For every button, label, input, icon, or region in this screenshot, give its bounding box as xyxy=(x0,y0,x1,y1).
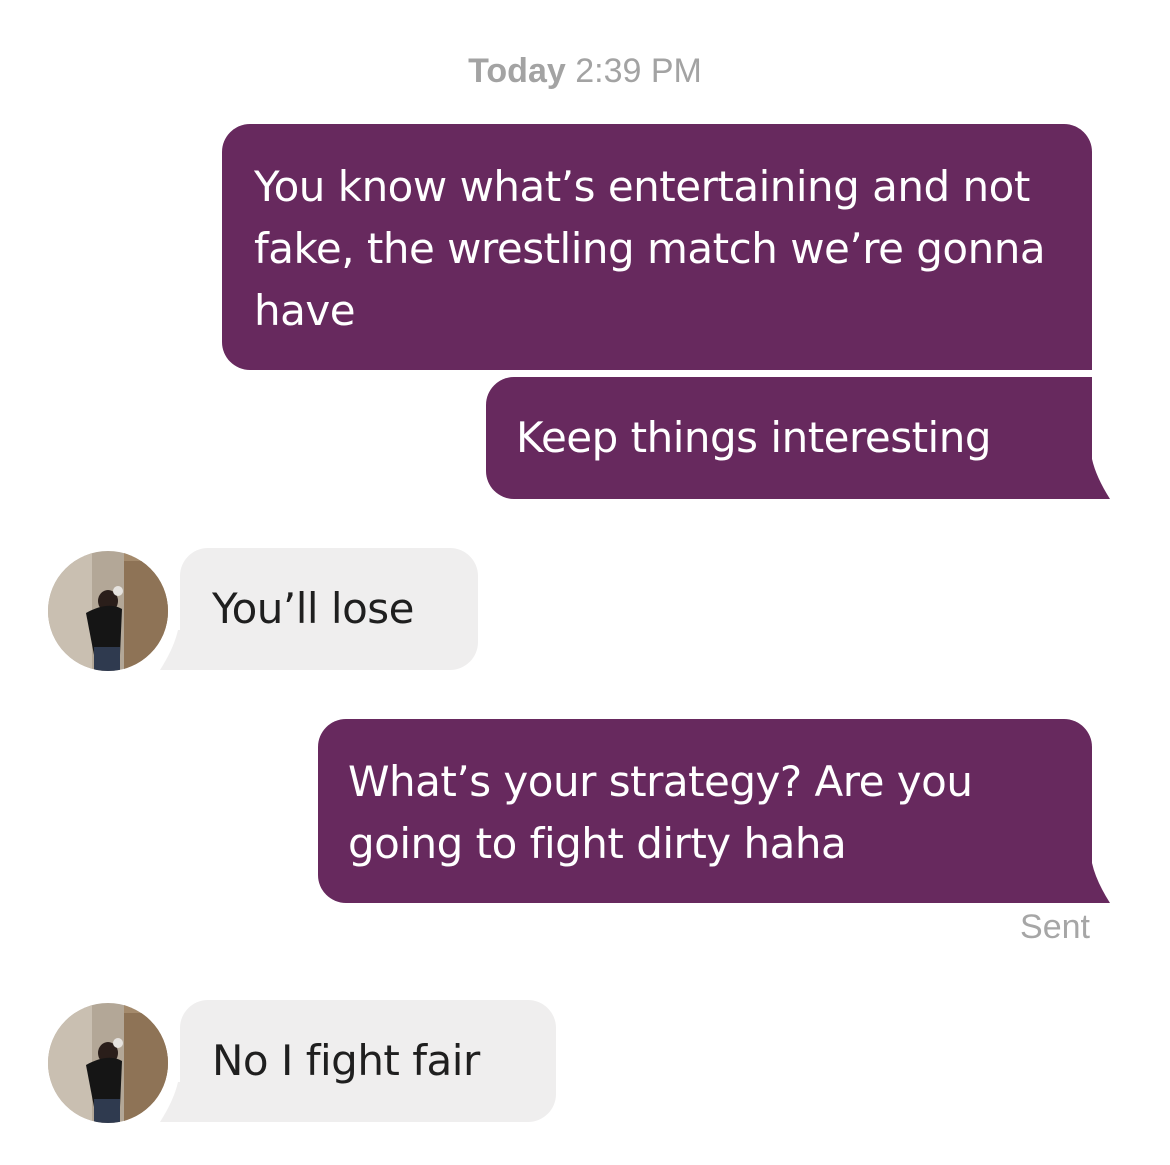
timestamp-day: Today xyxy=(468,52,566,90)
delivery-status: Sent xyxy=(1020,908,1090,946)
message-text: No I fight fair xyxy=(212,1036,480,1085)
message-bubble-received[interactable]: You’ll lose xyxy=(180,548,478,670)
message-bubble-sent[interactable]: What’s your strategy? Are you going to f… xyxy=(318,719,1092,903)
avatar[interactable] xyxy=(48,551,168,671)
message-bubble-sent[interactable]: Keep things interesting xyxy=(486,377,1092,499)
user-photo-avatar-icon xyxy=(48,1003,168,1123)
avatar[interactable] xyxy=(48,1003,168,1123)
message-text: Keep things interesting xyxy=(516,413,992,462)
user-photo-avatar-icon xyxy=(48,551,168,671)
conversation-timestamp: Today 2:39 PM xyxy=(0,52,1170,91)
message-bubble-received[interactable]: No I fight fair xyxy=(180,1000,556,1122)
bubble-tail-right xyxy=(1070,863,1110,903)
message-text: What’s your strategy? Are you going to f… xyxy=(348,757,973,868)
bubble-tail-right xyxy=(1070,459,1110,499)
bubble-tail-left xyxy=(160,1082,200,1122)
message-text: You know what’s entertaining and not fak… xyxy=(254,162,1046,335)
message-text: You’ll lose xyxy=(212,584,415,633)
timestamp-time: 2:39 PM xyxy=(575,52,702,90)
message-bubble-sent[interactable]: You know what’s entertaining and not fak… xyxy=(222,124,1092,370)
bubble-tail-left xyxy=(160,630,200,670)
